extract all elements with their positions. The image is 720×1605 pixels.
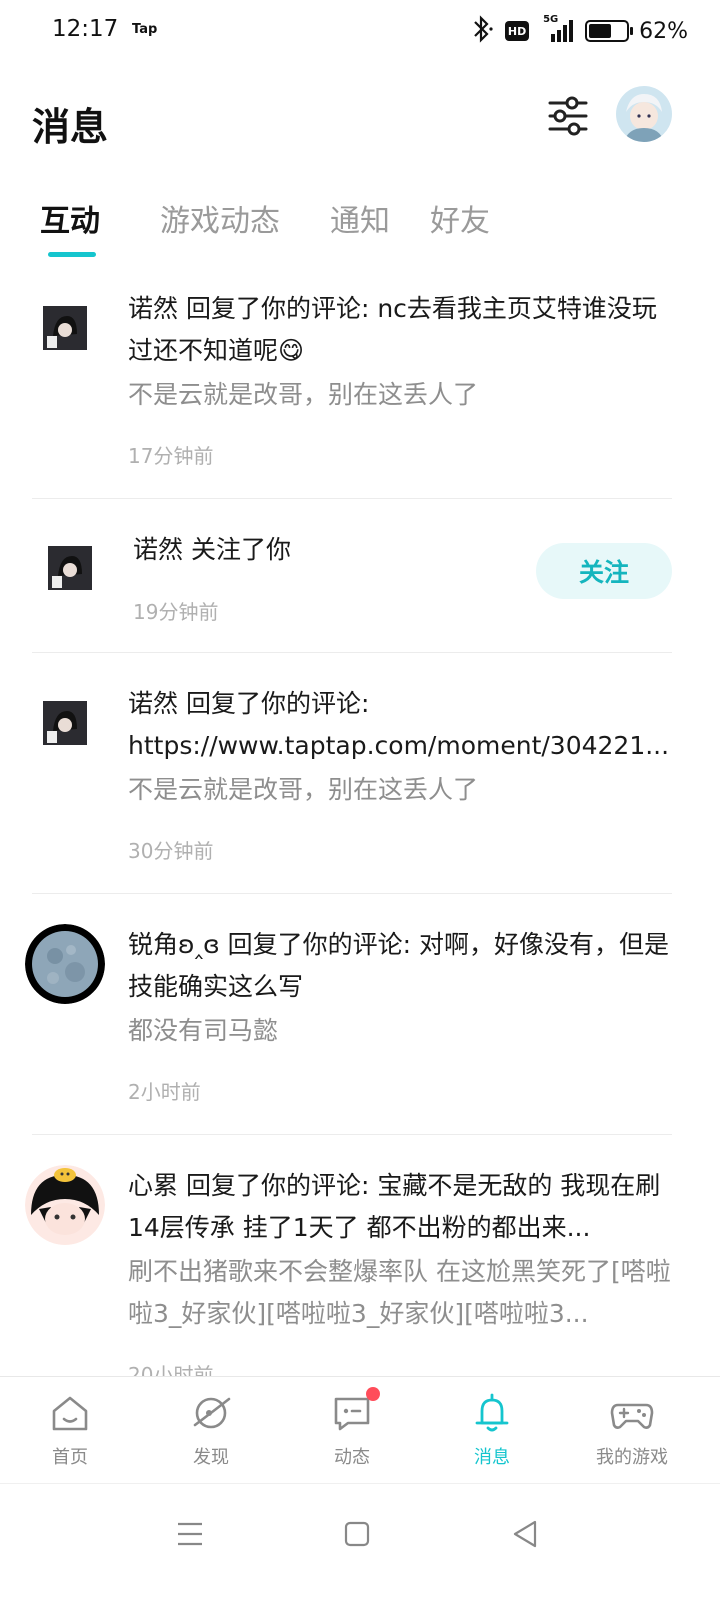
nav-label: 发现	[193, 1447, 229, 1468]
message-time: 2小时前	[128, 1080, 201, 1104]
menu-button[interactable]	[168, 1512, 212, 1556]
list-item[interactable]: 心累 回复了你的评论: 宝藏不是无敌的 我现在刷14层传承 挂了1天了 都不出粉…	[0, 1135, 720, 1376]
home-icon	[48, 1391, 92, 1435]
filter-button[interactable]	[546, 94, 590, 138]
status-bar: 12:17 Tap HD 5G 62%	[0, 0, 720, 64]
list-item[interactable]: 诺然 回复了你的评论: https://www.taptap.com/momen…	[0, 653, 720, 893]
back-button[interactable]	[503, 1512, 547, 1556]
tab-notifications[interactable]: 通知	[330, 196, 390, 240]
message-text: 锐角ʚ‸ɞ 回复了你的评论: 对啊，好像没有，但是技能确实这么写	[128, 930, 669, 1001]
tab-interactions[interactable]: 互动	[40, 196, 100, 240]
quoted-comment: 都没有司马懿	[128, 1016, 279, 1045]
battery-percent: 62%	[639, 18, 688, 44]
bottom-nav: 首页 发现 动态 消息 我的游戏	[0, 1376, 720, 1483]
notification-badge	[366, 1387, 380, 1401]
message-time: 20小时前	[128, 1363, 214, 1376]
status-time: 12:17	[52, 16, 119, 42]
hd-label: HD	[507, 24, 527, 38]
signal-icon: 5G	[539, 14, 575, 46]
system-navigation-bar	[0, 1483, 720, 1605]
nav-label: 首页	[52, 1447, 88, 1468]
nav-label: 消息	[474, 1447, 510, 1468]
feed-icon	[330, 1387, 380, 1435]
message-list[interactable]: 诺然 回复了你的评论: nc去看我主页艾特谁没玩过还不知道呢😋 不是云就是改哥，…	[0, 272, 720, 1376]
avatar[interactable]	[48, 546, 92, 590]
bell-icon	[470, 1391, 514, 1435]
follow-button[interactable]: 关注	[536, 543, 672, 599]
message-link[interactable]: https://www.taptap.com/moment/304221...	[128, 725, 672, 767]
hd-icon: HD	[505, 21, 530, 41]
message-time: 19分钟前	[133, 600, 219, 624]
back-triangle-icon	[513, 1520, 537, 1548]
list-item[interactable]: 诺然 关注了你 19分钟前 关注	[0, 499, 720, 652]
message-time: 17分钟前	[128, 444, 214, 468]
nav-label: 我的游戏	[596, 1447, 668, 1468]
nav-discover[interactable]: 发现	[151, 1391, 271, 1477]
message-text: 诺然 回复了你的评论:	[128, 689, 370, 718]
nav-messages[interactable]: 消息	[432, 1391, 552, 1477]
list-item[interactable]: 锐角ʚ‸ɞ 回复了你的评论: 对啊，好像没有，但是技能确实这么写 都没有司马懿 …	[0, 894, 720, 1134]
page-title: 消息	[32, 105, 109, 149]
nav-home[interactable]: 首页	[10, 1391, 130, 1477]
page-header: 消息	[0, 80, 720, 160]
quoted-comment: 刷不出猪歌来不会整爆率队 在这尬黑笑死了[嗒啦啦3_好家伙][嗒啦啦3_好家伙]…	[128, 1257, 671, 1328]
tab-game-updates[interactable]: 游戏动态	[160, 196, 280, 240]
nav-label: 动态	[334, 1447, 370, 1468]
message-time: 30分钟前	[128, 839, 214, 863]
discover-icon	[189, 1391, 233, 1435]
message-text: 心累 回复了你的评论: 宝藏不是无敌的 我现在刷14层传承 挂了1天了 都不出粉…	[128, 1171, 661, 1242]
quoted-comment: 不是云就是改哥，别在这丢人了	[128, 380, 479, 409]
status-icons: HD 5G 62%	[469, 14, 688, 48]
bluetooth-icon	[469, 14, 495, 48]
tab-friends[interactable]: 好友	[430, 196, 490, 240]
nav-my-games[interactable]: 我的游戏	[572, 1391, 692, 1477]
message-tabs: 互动 游戏动态 通知 好友	[0, 190, 720, 270]
gamepad-icon	[610, 1391, 654, 1435]
quoted-comment: 不是云就是改哥，别在这丢人了	[128, 775, 479, 804]
battery-icon	[585, 20, 634, 42]
home-button[interactable]	[335, 1512, 379, 1556]
user-avatar[interactable]	[616, 86, 672, 142]
battery-fill	[589, 24, 612, 38]
menu-icon	[178, 1522, 202, 1546]
list-item[interactable]: 诺然 回复了你的评论: nc去看我主页艾特谁没玩过还不知道呢😋 不是云就是改哥，…	[0, 272, 720, 498]
carrier-badge: Tap	[132, 22, 158, 37]
square-icon	[344, 1521, 370, 1547]
nav-feed[interactable]: 动态	[292, 1387, 412, 1477]
avatar[interactable]	[43, 306, 87, 350]
message-text: 诺然 回复了你的评论: nc去看我主页艾特谁没玩过还不知道呢😋	[128, 294, 657, 365]
avatar[interactable]	[43, 701, 87, 745]
avatar[interactable]	[25, 1165, 105, 1245]
filter-sliders-icon	[548, 96, 588, 136]
message-text: 诺然 关注了你	[133, 535, 291, 564]
active-tab-indicator	[48, 252, 96, 257]
avatar[interactable]	[25, 924, 105, 1004]
